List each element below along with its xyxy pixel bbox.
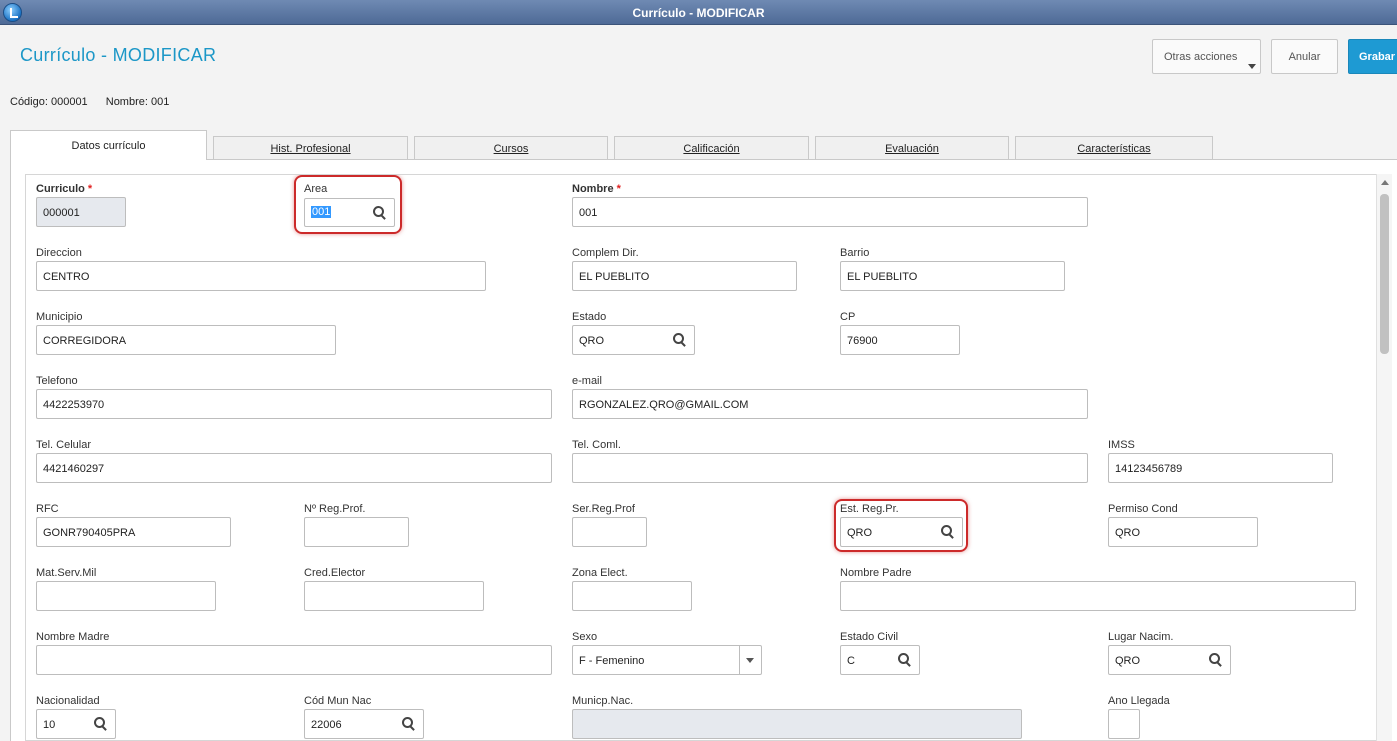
curriculo-label: Curriculo	[36, 183, 85, 195]
cp-input[interactable]: 76900	[840, 325, 960, 355]
scroll-thumb[interactable]	[1380, 194, 1389, 354]
municipio-label: Municipio	[36, 311, 83, 323]
telefono-label: Telefono	[36, 375, 78, 387]
estado-input[interactable]: QRO	[572, 325, 695, 355]
nombre-padre-label: Nombre Padre	[840, 567, 912, 579]
ano-llegada-label: Ano Llegada	[1108, 695, 1170, 707]
tel-celular-input[interactable]: 4421460297	[36, 453, 552, 483]
window-title: Currículo - MODIFICAR	[632, 6, 765, 20]
cred-elector-input[interactable]	[304, 581, 484, 611]
nacionalidad-value: 10	[43, 719, 56, 731]
tab-datos-curriculo[interactable]: Datos currículo	[10, 130, 207, 160]
search-icon[interactable]	[402, 717, 416, 731]
page-title: Currículo - MODIFICAR	[20, 45, 217, 65]
vertical-scrollbar[interactable]	[1376, 174, 1392, 741]
direccion-input[interactable]: CENTRO	[36, 261, 486, 291]
tab-cursos[interactable]: Cursos	[414, 136, 608, 160]
estado-civil-input[interactable]: C	[840, 645, 920, 675]
required-mark: *	[87, 183, 93, 195]
lugar-nacim-label: Lugar Nacim.	[1108, 631, 1174, 643]
barrio-input[interactable]: EL PUEBLITO	[840, 261, 1065, 291]
tab-caracteristicas[interactable]: Características	[1015, 136, 1213, 160]
page-header: Currículo - MODIFICAR Otras acciones Anu…	[0, 25, 1397, 90]
record-info: Código: 000001 Nombre: 001	[10, 96, 184, 108]
estado-civil-label: Estado Civil	[840, 631, 899, 643]
lugar-nacim-value: QRO	[1115, 655, 1141, 667]
nombre-madre-input[interactable]	[36, 645, 552, 675]
window-titlebar: Currículo - MODIFICAR	[0, 0, 1397, 25]
nacionalidad-input[interactable]: 10	[36, 709, 116, 739]
cod-mun-nac-label: Cód Mun Nac	[304, 695, 372, 707]
search-icon[interactable]	[673, 333, 687, 347]
cod-mun-nac-input[interactable]: 22006	[304, 709, 424, 739]
tel-celular-label: Tel. Celular	[36, 439, 92, 451]
rfc-input[interactable]: GONR790405PRA	[36, 517, 231, 547]
search-icon[interactable]	[94, 717, 108, 731]
ano-llegada-input[interactable]	[1108, 709, 1140, 739]
tab-hist-profesional[interactable]: Hist. Profesional	[213, 136, 408, 160]
nacionalidad-label: Nacionalidad	[36, 695, 100, 707]
imss-label: IMSS	[1108, 439, 1135, 451]
curriculum-form: Curriculo * 000001 Area 001 Nombre * 001 D…	[25, 174, 1392, 741]
nombre-padre-input[interactable]	[840, 581, 1356, 611]
mat-serv-mil-input[interactable]	[36, 581, 216, 611]
municp-nac-input[interactable]	[572, 709, 1022, 739]
email-input[interactable]: RGONZALEZ.QRO@GMAIL.COM	[572, 389, 1088, 419]
lugar-nacim-input[interactable]: QRO	[1108, 645, 1231, 675]
save-button[interactable]: Grabar	[1348, 39, 1397, 74]
required-mark: *	[616, 183, 621, 195]
cancel-button[interactable]: Anular	[1271, 39, 1338, 74]
sexo-select[interactable]: F - Femenino	[572, 645, 762, 675]
imss-input[interactable]: 14123456789	[1108, 453, 1333, 483]
chevron-down-icon[interactable]	[739, 646, 761, 674]
n-reg-prof-input[interactable]	[304, 517, 409, 547]
email-label: e-mail	[572, 375, 602, 387]
rfc-label: RFC	[36, 503, 59, 515]
zona-elect-label: Zona Elect.	[572, 567, 628, 579]
direccion-label: Direccion	[36, 247, 82, 259]
other-actions-label: Otras acciones	[1164, 50, 1238, 63]
nombre-input[interactable]: 001	[572, 197, 1088, 227]
tab-evaluacion[interactable]: Evaluación	[815, 136, 1009, 160]
zona-elect-input[interactable]	[572, 581, 692, 611]
tel-coml-input[interactable]	[572, 453, 1088, 483]
n-reg-prof-label: Nº Reg.Prof.	[304, 503, 366, 515]
municp-nac-label: Municp.Nac.	[572, 695, 634, 707]
sexo-label: Sexo	[572, 631, 598, 643]
permiso-cond-label: Permiso Cond	[1108, 503, 1178, 515]
complem-dir-label: Complem Dir.	[572, 247, 639, 259]
curriculo-input[interactable]: 000001	[36, 197, 126, 227]
complem-dir-input[interactable]: EL PUEBLITO	[572, 261, 797, 291]
nombre-label: Nombre	[572, 183, 614, 195]
scroll-up-icon[interactable]	[1381, 180, 1389, 185]
sexo-value: F - Femenino	[579, 655, 645, 667]
ser-reg-prof-label: Ser.Reg.Prof	[572, 503, 635, 515]
municipio-input[interactable]: CORREGIDORA	[36, 325, 336, 355]
annotation-highlight-area	[294, 175, 402, 234]
search-icon[interactable]	[1209, 653, 1223, 667]
tab-calificacion[interactable]: Calificación	[614, 136, 809, 160]
barrio-label: Barrio	[840, 247, 870, 259]
cp-label: CP	[840, 311, 856, 323]
other-actions-button[interactable]: Otras acciones	[1152, 39, 1261, 74]
tab-bar: Datos currículo Hist. Profesional Cursos…	[10, 130, 1397, 160]
ser-reg-prof-input[interactable]	[572, 517, 647, 547]
telefono-input[interactable]: 4422253970	[36, 389, 552, 419]
estado-value: QRO	[579, 335, 605, 347]
curriculo-value: 000001	[43, 207, 80, 219]
search-icon[interactable]	[898, 653, 912, 667]
cred-elector-label: Cred.Elector	[304, 567, 366, 579]
permiso-cond-input[interactable]: QRO	[1108, 517, 1258, 547]
record-name: Nombre: 001	[105, 96, 170, 108]
estado-civil-value: C	[847, 655, 855, 667]
annotation-highlight-est-reg-pr	[834, 499, 968, 552]
estado-label: Estado	[572, 311, 607, 323]
nombre-madre-label: Nombre Madre	[36, 631, 110, 643]
mat-serv-mil-label: Mat.Serv.Mil	[36, 567, 97, 579]
chevron-down-icon	[1248, 64, 1256, 69]
cod-mun-nac-value: 22006	[311, 719, 342, 731]
tel-coml-label: Tel. Coml.	[572, 439, 621, 451]
record-code: Código: 000001	[10, 96, 88, 108]
